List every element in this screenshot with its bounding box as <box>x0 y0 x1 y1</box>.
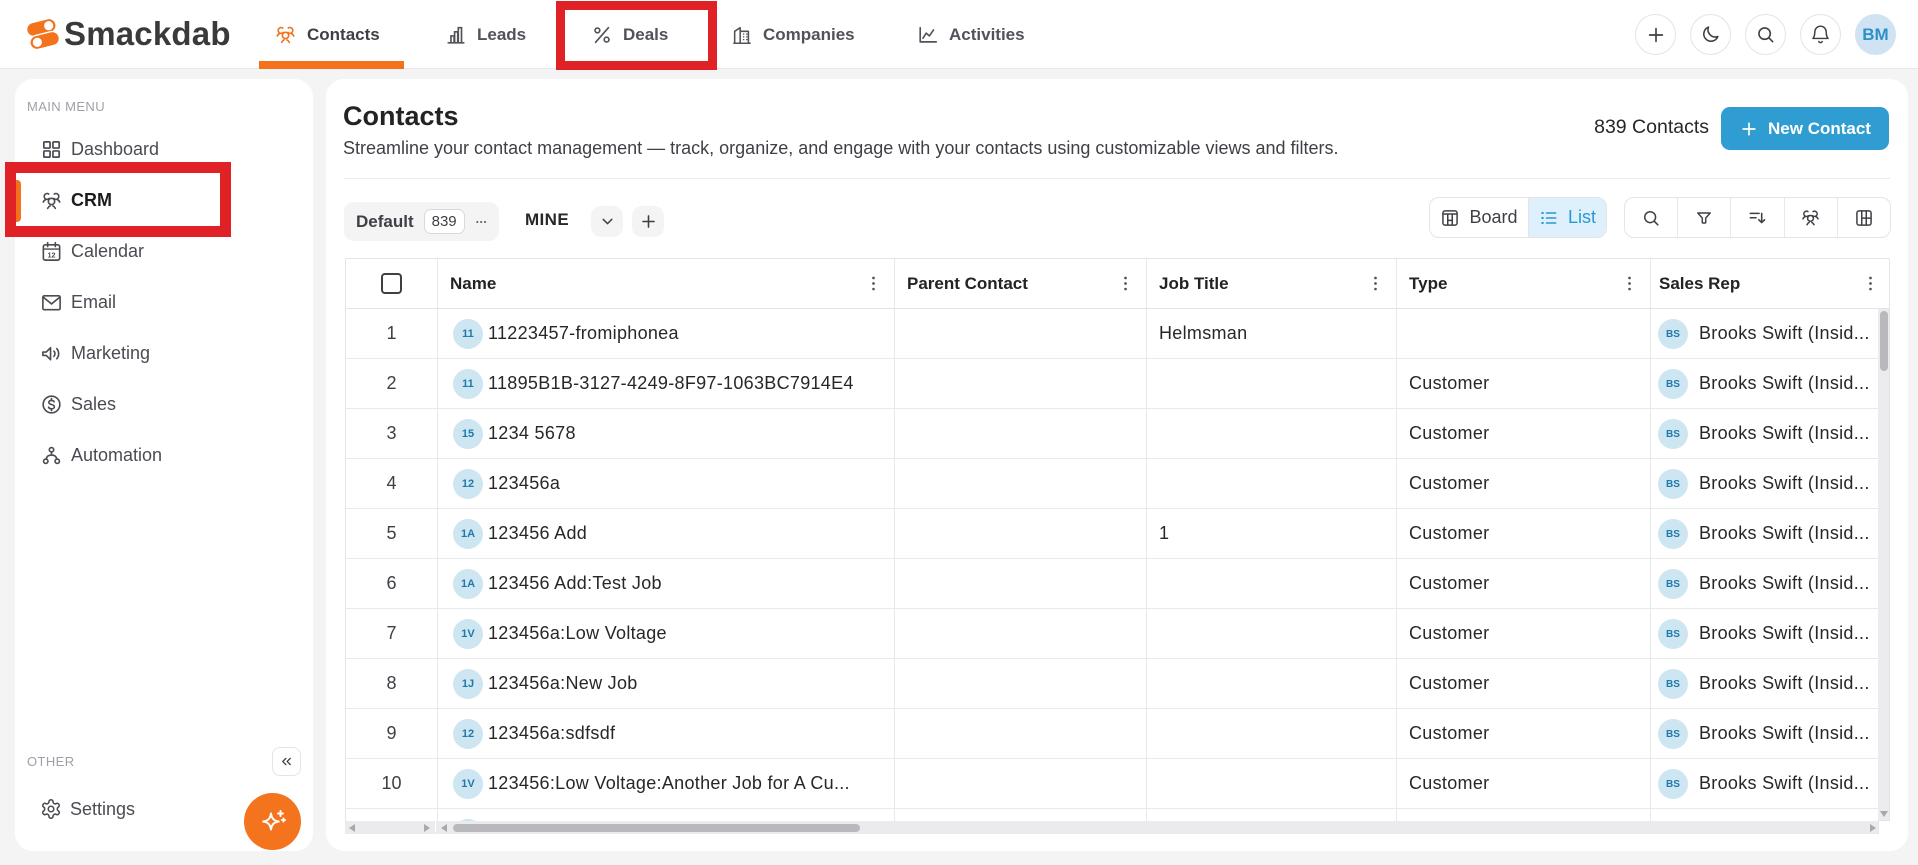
svg-text:12: 12 <box>48 252 56 260</box>
